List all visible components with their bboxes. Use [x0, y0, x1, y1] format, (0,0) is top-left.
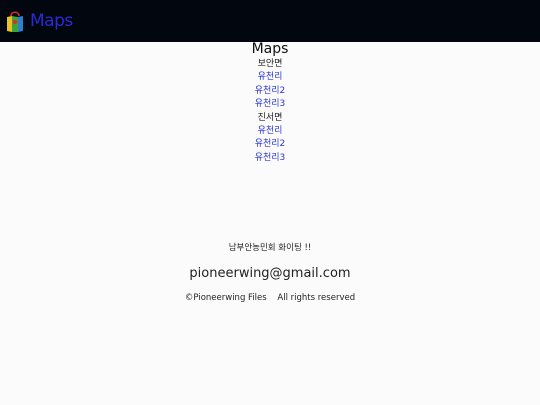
group-label-jinseo: 진서면 [257, 112, 283, 123]
footer: 남부안농민회 화이팅 !! pioneerwing@gmail.com ©Pio… [0, 238, 540, 305]
top-navigation-bar: Maps [0, 0, 540, 42]
footer-slogan: 남부안농민회 화이팅 !! [228, 243, 312, 253]
group-label-boan: 보안면 [257, 59, 283, 69]
page-title: Maps [251, 41, 289, 57]
copyright-line: ©Pioneerwing Files All rights reserved [0, 291, 540, 305]
rights-text: All rights reserved [277, 293, 356, 303]
link-yucheonri[interactable]: 유천리 [258, 126, 283, 136]
main-content: Maps 보안면 유천리 유천리2 유천리3 진서면 유천리 유천리2 유천리3 [0, 40, 540, 165]
link-yucheonri3[interactable]: 유천리3 [255, 153, 286, 163]
link-yucheonri2[interactable]: 유천리2 [255, 86, 286, 96]
contact-email: pioneerwing@gmail.com [189, 266, 351, 281]
list-item: 유천리 [0, 125, 540, 138]
link-yucheonri2[interactable]: 유천리2 [255, 139, 286, 149]
list-item: 유천리3 [0, 152, 540, 165]
link-yucheonri[interactable]: 유천리 [258, 72, 283, 82]
link-yucheonri3[interactable]: 유천리3 [255, 99, 286, 109]
brand-label: Maps [30, 11, 73, 31]
list-item: 유천리2 [0, 85, 540, 98]
region-list: 보안면 유천리 유천리2 유천리3 진서면 유천리 유천리2 유천리3 [0, 58, 540, 165]
list-item: 유천리2 [0, 138, 540, 151]
copyright-text: ©Pioneerwing Files [184, 293, 267, 303]
list-item: 유천리 [0, 71, 540, 84]
list-item: 유천리3 [0, 98, 540, 111]
brand-link[interactable]: Maps [6, 9, 73, 33]
map-icon [7, 11, 23, 32]
